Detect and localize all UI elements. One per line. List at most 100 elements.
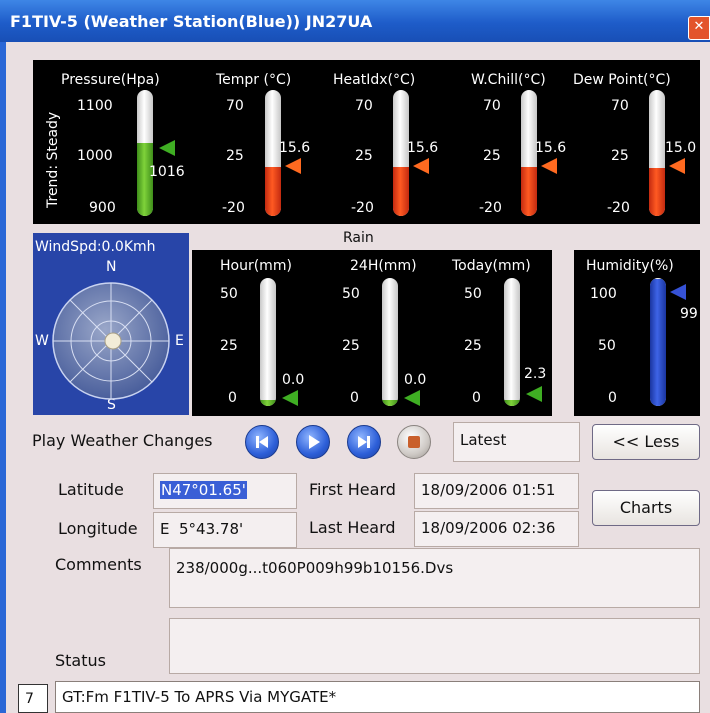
skip-forward-button[interactable]	[347, 425, 381, 459]
temp-tick-mid: 25	[226, 148, 244, 164]
rain-hour-tick-mid: 25	[220, 338, 238, 354]
trend-label: Trend: Steady	[45, 111, 61, 208]
rain-today-pointer-icon	[526, 386, 542, 402]
rain-today-tick-mid: 25	[464, 338, 482, 354]
heatidx-pointer-icon	[413, 158, 429, 174]
window-title: F1TIV-5 (Weather Station(Blue)) JN27UA	[10, 12, 373, 31]
humidity-tick-mid: 50	[598, 338, 616, 354]
rain-today-tick-high: 50	[464, 286, 482, 302]
title-bar: F1TIV-5 (Weather Station(Blue)) JN27UA ✕	[0, 0, 710, 42]
less-button[interactable]: << Less	[592, 424, 700, 460]
footer-badge: 7	[18, 684, 48, 713]
temp-value: 15.6	[279, 140, 311, 156]
humidity-label: Humidity(%)	[586, 258, 674, 274]
temp-tick-high: 70	[226, 98, 244, 114]
pressure-value: 1016	[149, 164, 185, 180]
rain-hour-pointer-icon	[282, 390, 298, 406]
status-field[interactable]	[169, 618, 700, 674]
pressure-tube	[137, 90, 153, 216]
status-label: Status	[55, 651, 106, 670]
rain-title: Rain	[343, 230, 374, 246]
close-icon: ✕	[693, 19, 705, 34]
rain-today-label: Today(mm)	[452, 258, 531, 274]
heatidx-tick-high: 70	[355, 98, 373, 114]
humidity-tube	[650, 278, 666, 406]
dewpoint-tick-mid: 25	[611, 148, 629, 164]
latitude-field[interactable]: N47°01.65'	[153, 473, 297, 509]
rain-24h-tick-mid: 25	[342, 338, 360, 354]
longitude-label: Longitude	[58, 519, 138, 538]
play-icon	[309, 435, 320, 449]
rain-24h-label: 24H(mm)	[350, 258, 417, 274]
close-button[interactable]: ✕	[688, 16, 710, 40]
windchill-pointer-icon	[541, 158, 557, 174]
dewpoint-tube	[649, 90, 665, 216]
rain-hour-tick-low: 0	[228, 390, 237, 406]
temp-pointer-icon	[285, 158, 301, 174]
rain-24h-tick-high: 50	[342, 286, 360, 302]
dewpoint-tick-high: 70	[611, 98, 629, 114]
windchill-tick-high: 70	[483, 98, 501, 114]
skip-forward-icon	[358, 436, 370, 448]
windchill-tick-low: -20	[479, 200, 502, 216]
longitude-field[interactable]: E 5°43.78'	[153, 512, 297, 548]
play-weather-label: Play Weather Changes	[32, 431, 213, 450]
humidity-tick-high: 100	[590, 286, 617, 302]
wind-compass-panel: WindSpd:0.0Kmh N S W E	[33, 233, 189, 415]
humidity-pointer-icon	[670, 284, 686, 300]
windchill-tick-mid: 25	[483, 148, 501, 164]
heatidx-tick-mid: 25	[355, 148, 373, 164]
comments-value: 238/000g...t060P009h99b10156.Dvs	[176, 559, 454, 577]
skip-back-icon	[256, 436, 268, 448]
pressure-tick-low: 900	[89, 200, 116, 216]
windchill-value: 15.6	[535, 140, 567, 156]
footer-message: GT:Fm F1TIV-5 To APRS Via MYGATE*	[55, 681, 700, 713]
rain-24h-pointer-icon	[404, 390, 420, 406]
dewpoint-pointer-icon	[669, 158, 685, 174]
last-heard-field: 18/09/2006 02:36	[414, 511, 579, 547]
comments-label: Comments	[55, 555, 142, 574]
latitude-value: N47°01.65'	[160, 481, 247, 499]
play-button[interactable]	[296, 425, 330, 459]
top-gauges-panel: Trend: Steady Pressure(Hpa) 1100 1000 90…	[33, 60, 700, 224]
charts-button[interactable]: Charts	[592, 490, 700, 526]
rain-hour-label: Hour(mm)	[220, 258, 292, 274]
rain-hour-value: 0.0	[282, 372, 305, 388]
latitude-label: Latitude	[58, 480, 124, 499]
rain-today-tube	[504, 278, 520, 406]
rain-hour-tick-high: 50	[220, 286, 238, 302]
pressure-tick-high: 1100	[77, 98, 113, 114]
windchill-label: W.Chill(°C)	[471, 72, 546, 88]
rain-24h-tube	[382, 278, 398, 406]
dewpoint-label: Dew Point(°C)	[573, 72, 671, 88]
window-frame	[0, 42, 6, 713]
first-heard-field: 18/09/2006 01:51	[414, 473, 579, 509]
rain-today-value: 2.3	[524, 366, 547, 382]
compass-rose-icon	[52, 282, 170, 400]
dewpoint-value: 15.0	[665, 140, 697, 156]
heatidx-value: 15.6	[407, 140, 439, 156]
rewind-button[interactable]	[245, 425, 279, 459]
pressure-label: Pressure(Hpa)	[61, 72, 160, 88]
rain-24h-tick-low: 0	[350, 390, 359, 406]
playback-status-field: Latest	[453, 422, 580, 462]
pressure-pointer-icon	[159, 140, 175, 156]
heatidx-tick-low: -20	[351, 200, 374, 216]
stop-button[interactable]	[397, 425, 431, 459]
stop-icon	[408, 436, 420, 448]
humidity-panel: Humidity(%) 100 50 0 99	[574, 250, 700, 416]
humidity-tick-low: 0	[608, 390, 617, 406]
pressure-tick-mid: 1000	[77, 148, 113, 164]
temp-tick-low: -20	[222, 200, 245, 216]
rain-today-tick-low: 0	[472, 390, 481, 406]
heatidx-label: HeatIdx(°C)	[333, 72, 416, 88]
last-heard-label: Last Heard	[309, 518, 396, 537]
first-heard-label: First Heard	[309, 480, 396, 499]
rain-panel: Hour(mm) 50 25 0 0.0 24H(mm) 50 25 0 0.0…	[192, 250, 552, 416]
comments-field[interactable]: 238/000g...t060P009h99b10156.Dvs	[169, 548, 700, 608]
temp-label: Tempr (°C)	[216, 72, 292, 88]
humidity-value: 99	[680, 306, 698, 322]
rain-24h-value: 0.0	[404, 372, 427, 388]
dewpoint-tick-low: -20	[607, 200, 630, 216]
rain-hour-tube	[260, 278, 276, 406]
